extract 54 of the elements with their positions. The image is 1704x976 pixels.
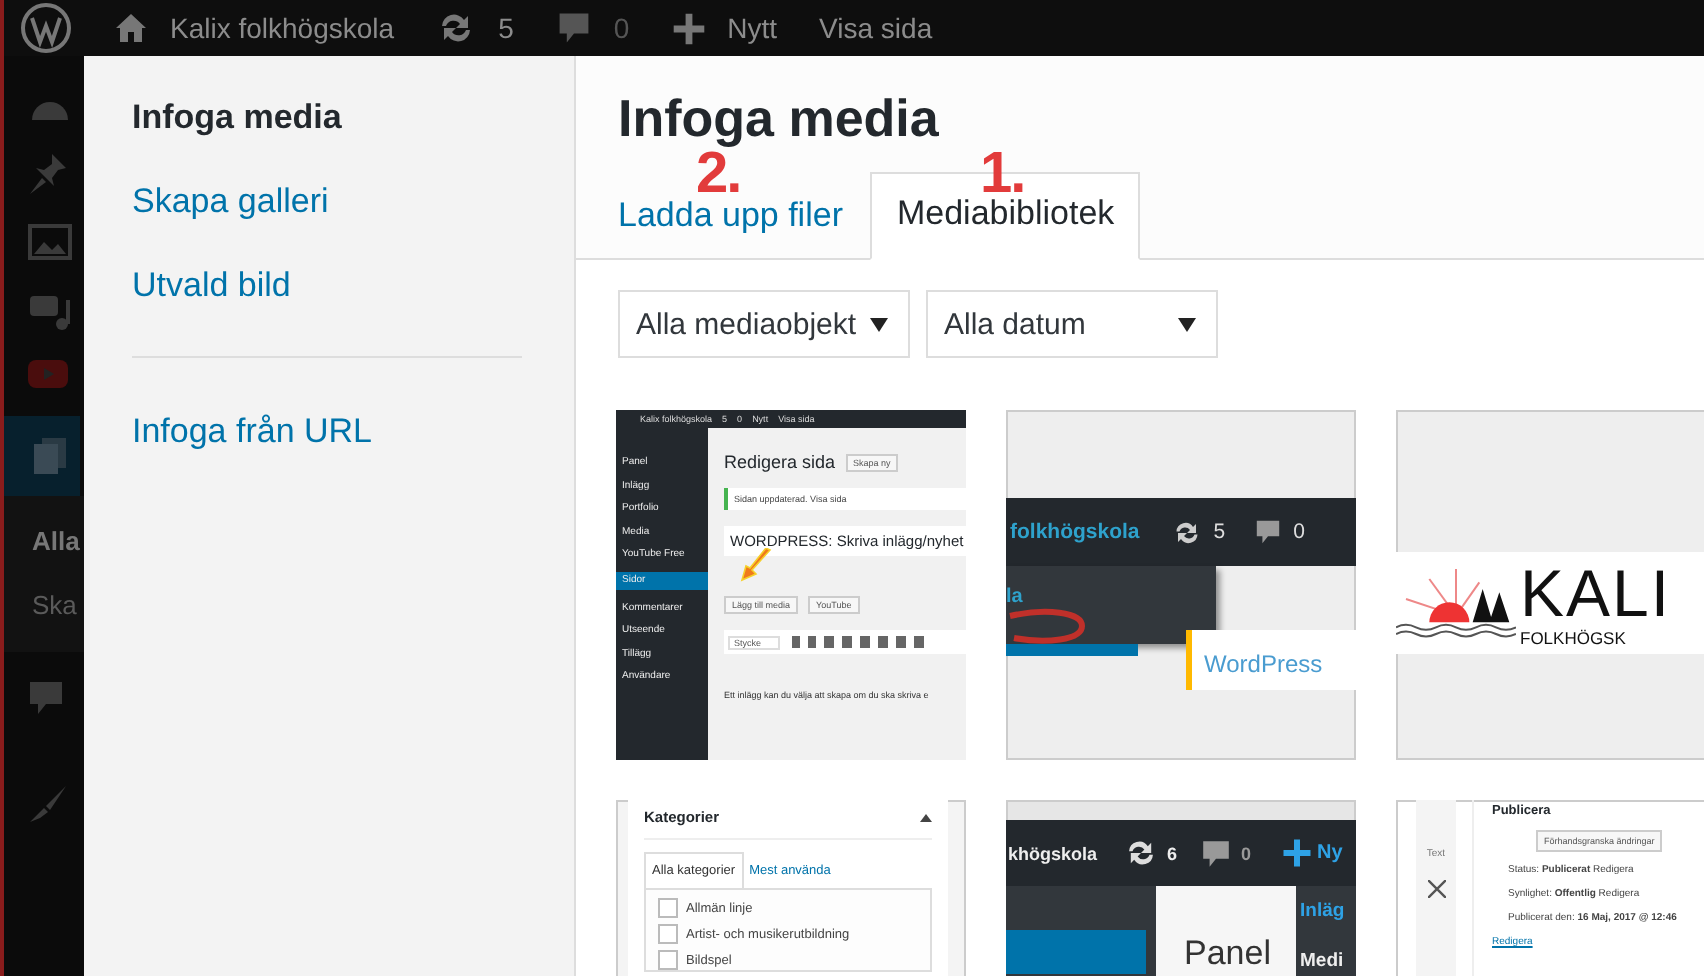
- media-thumbnail[interactable]: [616, 410, 966, 760]
- view-page-link[interactable]: Visa sida: [819, 12, 933, 44]
- site-name: folkhögskola: [1010, 520, 1140, 544]
- modal-title: Infoga media: [618, 86, 941, 151]
- page-heading: Redigera sida: [724, 452, 836, 472]
- circle-mark-drawing: [1006, 608, 1086, 648]
- filter-dropdown[interactable]: Alla datum: [926, 290, 1218, 358]
- menu-link[interactable]: Skapa galleri: [132, 180, 329, 224]
- menu-highlight: [1006, 644, 1138, 656]
- logo-name: KALI: [1520, 558, 1672, 631]
- collapse-icon[interactable]: [920, 813, 932, 821]
- site-name: khögskola: [1008, 843, 1098, 863]
- update-count: 6: [1167, 843, 1178, 863]
- logo-subtitle: FOLKHÖGSK: [1520, 630, 1628, 648]
- caret-icon: [870, 317, 888, 331]
- annotation-number: 2.: [696, 154, 741, 196]
- refresh-icon[interactable]: [1123, 836, 1158, 870]
- media-thumbnail[interactable]: khögskola 6 0 Ny Panel Inläg Medi: [1006, 800, 1356, 976]
- comment-icon[interactable]: [1199, 837, 1232, 869]
- submenu-item[interactable]: Alla: [32, 524, 84, 560]
- new-link: Ny: [1317, 842, 1343, 864]
- content-link: WordPress: [1204, 650, 1323, 678]
- menu-link[interactable]: Infoga media: [132, 96, 342, 140]
- plus-icon[interactable]: [671, 11, 706, 45]
- expand-icon[interactable]: [1427, 880, 1445, 898]
- media-thumbnail[interactable]: folkhögskola 5 0 la WordPress: [1006, 410, 1356, 760]
- comment-icon[interactable]: [1253, 518, 1282, 546]
- caret-icon: [1178, 317, 1196, 331]
- comment-count: 0: [1293, 520, 1305, 544]
- wordpress-logo-icon[interactable]: [20, 2, 72, 54]
- tooltip: Panel: [1156, 886, 1296, 976]
- menu-text: la: [1006, 586, 1023, 608]
- refresh-icon[interactable]: [1171, 517, 1202, 547]
- update-count: 5: [1213, 520, 1226, 544]
- checkbox[interactable]: [658, 950, 678, 970]
- checkbox[interactable]: [658, 898, 678, 918]
- new-link[interactable]: Nytt: [727, 12, 778, 44]
- media-thumbnail[interactable]: KALI FOLKHÖGSK: [1396, 410, 1704, 760]
- comment-icon[interactable]: [555, 10, 592, 46]
- sun-trees-drawing: [1396, 563, 1516, 643]
- menu-item: Inläg: [1300, 900, 1345, 922]
- menu-item: Medi: [1300, 950, 1345, 972]
- site-name-link[interactable]: Kalix folkhögskola: [170, 12, 395, 44]
- toolbar-drawing: [787, 634, 928, 650]
- update-count[interactable]: 5: [498, 12, 514, 44]
- menu-link[interactable]: Infoga från URL: [132, 410, 373, 454]
- menu-link[interactable]: Utvald bild: [132, 264, 291, 308]
- pages-icon: [32, 436, 68, 476]
- plus-icon[interactable]: [1281, 838, 1312, 868]
- comment-count: 0: [1241, 843, 1252, 863]
- home-icon[interactable]: [114, 12, 148, 44]
- arrow-drawing: [740, 548, 772, 582]
- filter-dropdown[interactable]: Alla mediaobjekt: [618, 290, 910, 358]
- checkbox[interactable]: [658, 924, 678, 944]
